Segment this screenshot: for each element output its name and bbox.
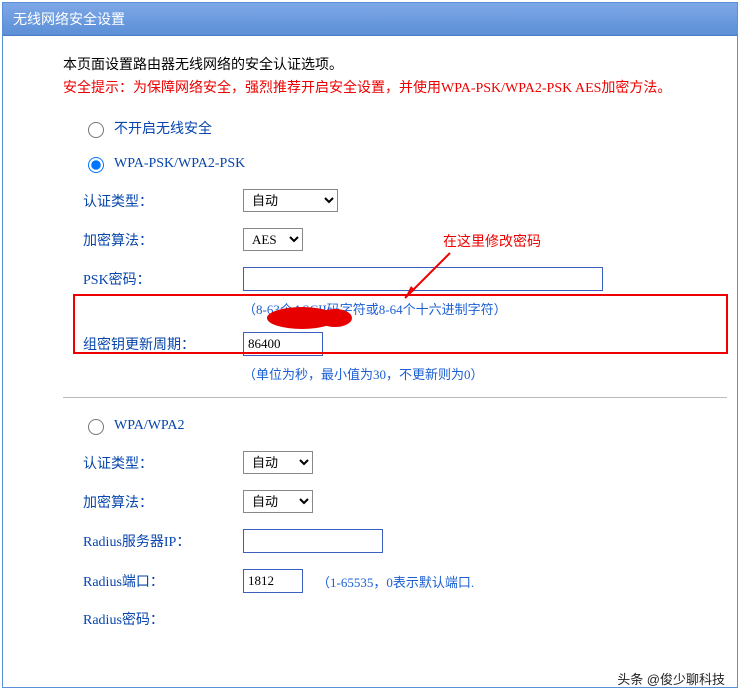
group-key-hint: （单位为秒，最小值为30，不更新则为0） [243, 364, 727, 383]
radius-port-input[interactable] [243, 569, 303, 593]
wpa-enc-label: 加密算法： [83, 492, 243, 512]
psk-hint: （8-63个ASCII码字符或8-64个十六进制字符） [243, 299, 727, 318]
wpa-auth-select[interactable]: 自动 [243, 451, 313, 474]
radio-wpa-psk-label: WPA-PSK/WPA2-PSK [114, 156, 245, 172]
radius-pw-label: Radius密码： [83, 609, 243, 629]
radio-wpa[interactable] [88, 419, 104, 435]
radius-port-label: Radius端口： [83, 571, 243, 591]
auth-type-select[interactable]: 自动 [243, 189, 338, 212]
radius-ip-label: Radius服务器IP： [83, 531, 243, 551]
auth-type-label: 认证类型： [83, 191, 243, 211]
group-key-label: 组密钥更新周期： [83, 334, 243, 354]
separator [63, 397, 727, 398]
radio-disable-label: 不开启无线安全 [114, 118, 212, 138]
radio-disable-security[interactable] [88, 122, 104, 138]
encryption-select[interactable]: AES [243, 228, 303, 251]
wpa-enc-select[interactable]: 自动 [243, 490, 313, 513]
panel-title: 无线网络安全设置 [3, 3, 737, 36]
psk-password-input[interactable] [243, 267, 603, 291]
group-key-input[interactable] [243, 332, 323, 356]
intro-text: 本页面设置路由器无线网络的安全认证选项。 [63, 54, 727, 74]
security-tip: 安全提示：为保障网络安全，强烈推荐开启安全设置，并使用WPA-PSK/WPA2-… [63, 78, 727, 100]
wpa-auth-label: 认证类型： [83, 453, 243, 473]
psk-password-label: PSK密码： [83, 269, 243, 289]
radius-ip-input[interactable] [243, 529, 383, 553]
radius-port-hint: （1-65535，0表示默认端口. [317, 572, 474, 591]
radio-wpa-psk[interactable] [88, 157, 104, 173]
encryption-label: 加密算法： [83, 230, 243, 250]
radio-wpa-label: WPA/WPA2 [114, 418, 185, 434]
watermark: 头条 @俊少聊科技 [617, 669, 725, 688]
